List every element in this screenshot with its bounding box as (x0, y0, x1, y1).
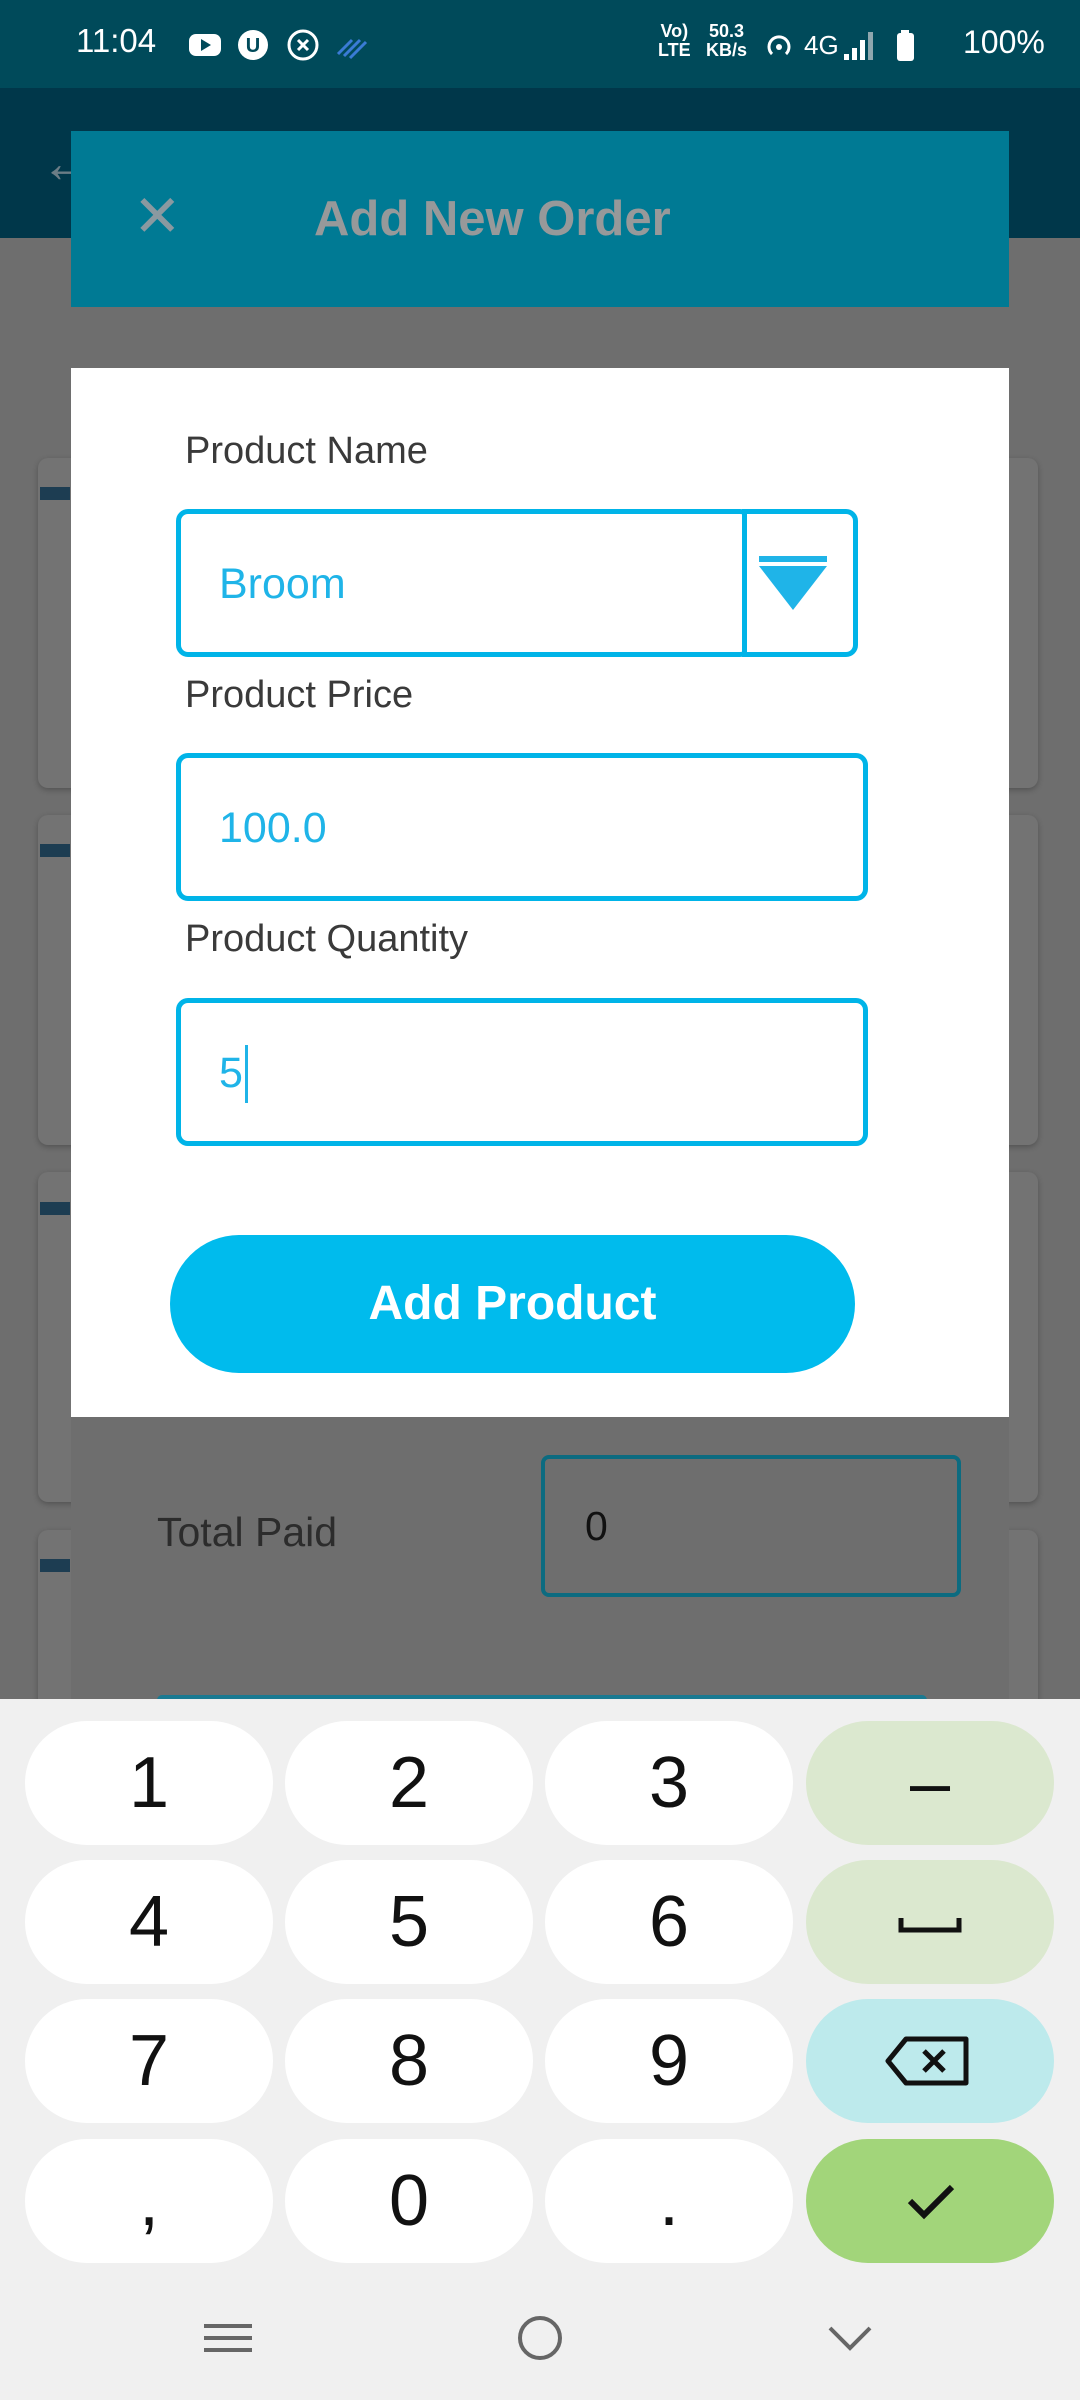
shazam-icon (287, 29, 319, 61)
hotspot-icon (767, 35, 791, 56)
key-4[interactable]: 4 (25, 1860, 273, 1984)
product-dropdown-button[interactable] (742, 509, 858, 657)
product-price-label: Product Price (185, 674, 414, 716)
home-icon[interactable] (512, 2310, 568, 2366)
key-8[interactable]: 8 (285, 1999, 533, 2123)
app-notification-icon: U (238, 30, 268, 60)
key-0[interactable]: 0 (285, 2139, 533, 2263)
battery-icon (897, 30, 914, 61)
card-accent (40, 1559, 70, 1572)
key-6[interactable]: 6 (545, 1860, 793, 1984)
key-period[interactable]: . (545, 2139, 793, 2263)
volte-indicator: Vo) LTE (658, 21, 691, 60)
card-accent (40, 487, 70, 500)
back-chevron-icon[interactable] (822, 2310, 878, 2366)
dropdown-arrow-icon (759, 556, 827, 610)
status-time: 11:04 (76, 22, 157, 59)
product-quantity-value: 5 (219, 1049, 243, 1097)
space-icon (898, 1918, 962, 1933)
product-price-value: 100.0 (219, 804, 327, 852)
network-speed: 50.3 KB/s (706, 21, 748, 60)
product-quantity-field[interactable]: 5 (176, 998, 868, 1146)
numeric-keyboard: 1 2 3 – 4 5 6 7 8 9 , 0 . (0, 1699, 1080, 2280)
key-done[interactable] (806, 2139, 1054, 2263)
menu-icon[interactable] (200, 2310, 256, 2366)
key-space[interactable] (806, 1860, 1054, 1984)
product-name-label: Product Name (185, 430, 428, 472)
battery-percentage: 100% (963, 24, 1045, 60)
product-name-field[interactable]: Broom (176, 509, 752, 657)
card-accent (40, 844, 70, 857)
key-5[interactable]: 5 (285, 1860, 533, 1984)
key-backspace[interactable] (806, 1999, 1054, 2123)
signal-strength-icon (844, 32, 873, 60)
product-quantity-label: Product Quantity (185, 918, 469, 960)
key-minus[interactable]: – (806, 1721, 1054, 1845)
key-7[interactable]: 7 (25, 1999, 273, 2123)
key-2[interactable]: 2 (285, 1721, 533, 1845)
key-comma[interactable]: , (25, 2139, 273, 2263)
status-bar: 11:04 U Vo) LTE 50.3 KB/s 4G 100% (0, 0, 1080, 88)
signal-app-icon (336, 38, 368, 60)
checkmark-icon (907, 2184, 955, 2220)
navigation-bar (0, 2280, 1080, 2400)
add-product-button[interactable]: Add Product (170, 1235, 855, 1373)
youtube-icon (189, 34, 221, 56)
text-cursor (245, 1045, 248, 1103)
svg-text:U: U (246, 35, 260, 57)
key-9[interactable]: 9 (545, 1999, 793, 2123)
key-3[interactable]: 3 (545, 1721, 793, 1845)
product-name-value: Broom (219, 560, 346, 608)
total-paid-label: Total Paid (157, 1509, 338, 1555)
key-1[interactable]: 1 (25, 1721, 273, 1845)
total-paid-input[interactable]: 0 (541, 1455, 961, 1597)
backspace-icon (885, 2036, 969, 2086)
add-product-modal: Product Name Broom Product Price 100.0 P… (71, 368, 1009, 1417)
dialog-header: ✕ Add New Order (71, 131, 1009, 307)
dialog-title: Add New Order (314, 192, 671, 246)
product-price-field[interactable]: 100.0 (176, 753, 868, 901)
total-paid-value: 0 (585, 1503, 608, 1549)
network-type: 4G (804, 30, 839, 60)
card-accent (40, 1202, 70, 1215)
close-icon[interactable]: ✕ (133, 187, 182, 247)
